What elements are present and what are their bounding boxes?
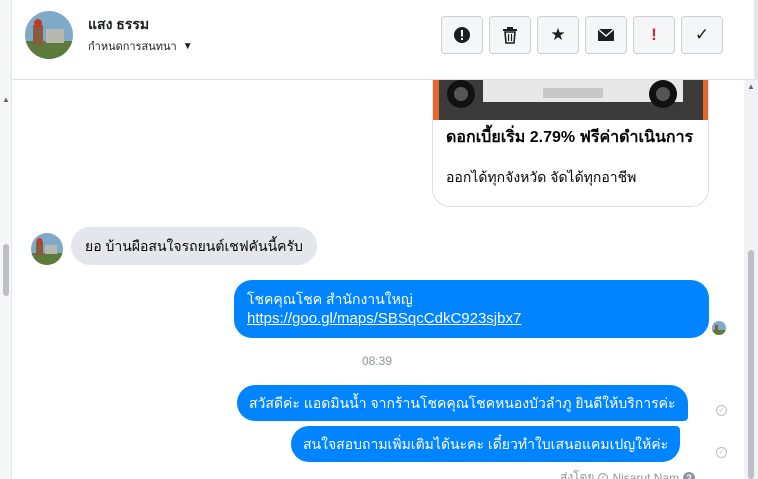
maps-link[interactable]: https://goo.gl/maps/SBSqcCdkC923sjbx7 — [247, 309, 696, 329]
sent-by-text: ส่งโดย — [560, 470, 595, 479]
mark-unread-button[interactable] — [585, 16, 627, 54]
scroll-up-arrow-icon[interactable]: ▲ — [2, 95, 10, 104]
conversation-settings-dropdown[interactable]: กำหนดการสนทนา ▼ — [88, 37, 193, 55]
location-name: โชคคุณโชค สำนักงานใหญ่ — [247, 291, 413, 307]
star-icon: ★ — [550, 25, 566, 44]
seen-avatar — [712, 321, 726, 335]
left-scrollbar-thumb[interactable] — [3, 244, 9, 296]
right-scrollbar[interactable]: ▲ — [744, 80, 758, 479]
contact-avatar[interactable] — [25, 11, 73, 59]
envelope-icon — [597, 28, 615, 41]
report-button[interactable] — [441, 16, 483, 54]
window-edge — [754, 0, 758, 80]
sent-check-icon: ✓ — [716, 447, 727, 458]
conversation-header: แสง ธรรม กำหนดการสนทนา ▼ ★ ! ✓ — [13, 0, 754, 80]
message-timestamp: 08:39 — [362, 354, 393, 368]
left-scrollbar[interactable]: ▲ — [0, 0, 12, 479]
ad-card[interactable]: ดอกเบี้ยเริ่ม 2.79% ฟรีค่าดำเนินการ ออกไ… — [432, 80, 709, 207]
scroll-up-arrow-icon[interactable]: ▲ — [747, 82, 755, 91]
card-title: ดอกเบี้ยเริ่ม 2.79% ฟรีค่าดำเนินการ — [446, 129, 694, 146]
sent-by-label: ส่งโดย ✓ Nisarut Nam ? — [560, 468, 696, 479]
outgoing-message-followup[interactable]: สนใจสอบถามเพิ่มเติมได้นะคะ เดี๋ยวทำใบเสน… — [291, 426, 681, 462]
exclamation-icon: ! — [651, 25, 657, 44]
header-actions: ★ ! ✓ — [441, 16, 723, 54]
star-button[interactable]: ★ — [537, 16, 579, 54]
caret-down-icon: ▼ — [182, 40, 193, 52]
sender-name: Nisarut Nam — [612, 470, 680, 479]
car-image — [433, 80, 708, 120]
card-description: ออกได้ทุกจังหวัด จัดได้ทุกอาชีพ — [446, 169, 637, 185]
incoming-message[interactable]: ยอ บ้านผือสนใจรถยนต์เชฟคันนี้ครับ — [71, 227, 317, 265]
trash-icon — [503, 27, 517, 44]
conversation-settings-label: กำหนดการสนทนา — [88, 41, 177, 53]
contact-avatar-small[interactable] — [31, 233, 63, 265]
flag-button[interactable]: ! — [633, 16, 675, 54]
help-icon[interactable]: ? — [683, 471, 696, 479]
check-circle-icon: ✓ — [598, 472, 609, 479]
delete-button[interactable] — [489, 16, 531, 54]
report-icon — [454, 27, 470, 43]
outgoing-message-location[interactable]: โชคคุณโชค สำนักงานใหญ่ https://goo.gl/ma… — [234, 280, 709, 338]
right-scrollbar-thumb[interactable] — [748, 250, 754, 479]
contact-name[interactable]: แสง ธรรม — [88, 14, 149, 36]
sent-check-icon: ✓ — [716, 405, 727, 416]
checkmark-icon: ✓ — [694, 25, 710, 44]
outgoing-message-greeting[interactable]: สวัสดีค่ะ แอดมินน้ำ จากร้านโชคคุณโชคหนอง… — [237, 385, 688, 421]
mark-done-button[interactable]: ✓ — [681, 16, 723, 54]
